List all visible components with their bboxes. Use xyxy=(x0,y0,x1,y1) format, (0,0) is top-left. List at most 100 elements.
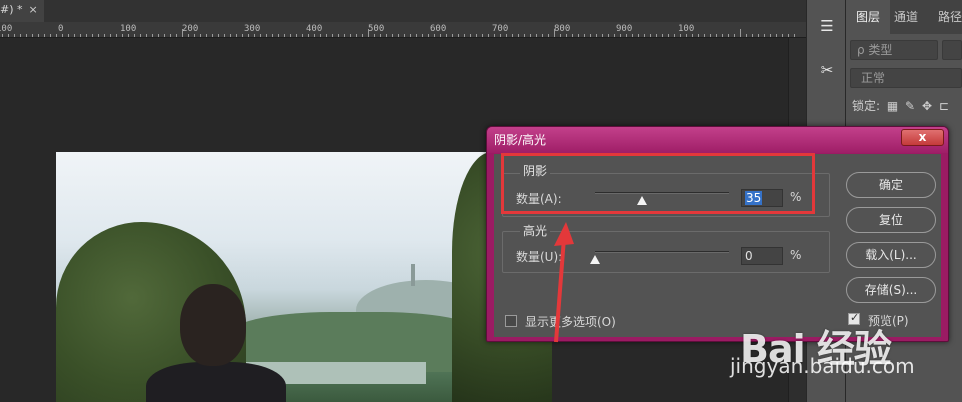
ruler-tick xyxy=(308,34,309,37)
ruler-tick xyxy=(500,34,501,37)
ruler-tick xyxy=(146,34,147,37)
properties-icon[interactable]: ☰ xyxy=(815,14,839,38)
ruler-label: 100 xyxy=(678,24,695,34)
ruler-tick xyxy=(770,34,771,37)
ruler-tick xyxy=(386,34,387,37)
ruler-tick xyxy=(26,34,27,37)
ok-button[interactable]: 确定 xyxy=(846,172,936,198)
ruler-tick xyxy=(758,34,759,37)
ruler-tick xyxy=(440,34,441,37)
load-button[interactable]: 载入(L)... xyxy=(846,242,936,268)
ruler-tick xyxy=(110,34,111,37)
ruler-tick xyxy=(356,34,357,37)
annotation-highlight-box xyxy=(501,153,815,214)
ruler-tick xyxy=(296,34,297,37)
ruler-tick xyxy=(260,34,261,37)
ruler-tick xyxy=(128,34,129,37)
ruler-tick xyxy=(518,34,519,37)
lock-paint-icon[interactable]: ✎ xyxy=(905,99,915,113)
blend-mode-select[interactable]: 正常 xyxy=(850,68,962,88)
dialog-titlebar[interactable]: 阴影/高光 x xyxy=(487,127,948,153)
photoshop-window: #) *× 1000100200300400500600700800900100… xyxy=(0,0,962,402)
ruler-tick xyxy=(536,34,537,37)
document-tab-bar: #) * × xyxy=(0,0,806,22)
ruler-tick xyxy=(74,34,75,37)
ruler-tick xyxy=(722,34,723,37)
ruler-tick xyxy=(50,34,51,37)
ruler-tick xyxy=(188,34,189,37)
ruler-tick xyxy=(728,34,729,37)
ruler-label: 200 xyxy=(182,24,199,34)
ruler-tick xyxy=(398,34,399,37)
ruler-tick xyxy=(764,34,765,37)
ruler-tick xyxy=(68,34,69,37)
ruler-tick xyxy=(674,34,675,37)
watermark-url: jingyan.baidu.com xyxy=(730,354,915,378)
ruler-tick xyxy=(494,34,495,37)
ruler-tick xyxy=(392,34,393,37)
ruler-label: 600 xyxy=(430,24,447,34)
show-more-options-checkbox[interactable] xyxy=(505,315,517,327)
ruler-tick xyxy=(656,34,657,37)
ruler-tick xyxy=(212,34,213,37)
ruler-tick xyxy=(278,34,279,37)
ruler-tick xyxy=(152,34,153,37)
ruler-tick xyxy=(632,34,633,37)
ruler-tick xyxy=(506,34,507,37)
close-icon[interactable]: x xyxy=(901,129,944,146)
ruler-tick xyxy=(284,34,285,37)
lock-pixels-icon[interactable]: ▦ xyxy=(887,99,898,113)
ruler-tick xyxy=(290,34,291,37)
highlights-unit: % xyxy=(790,248,802,262)
document-image[interactable] xyxy=(56,152,552,402)
layer-filter-select[interactable]: ρ 类型 xyxy=(850,40,938,60)
ruler-tick xyxy=(242,34,243,37)
ruler-tick xyxy=(170,34,171,37)
reset-button[interactable]: 复位 xyxy=(846,207,936,233)
lock-move-icon[interactable]: ✥ xyxy=(922,99,932,113)
ruler-tick xyxy=(56,34,57,37)
tab-paths[interactable]: 路径 xyxy=(938,0,962,34)
ruler-tick xyxy=(230,34,231,37)
ruler-tick xyxy=(584,34,585,37)
highlights-amount-slider[interactable] xyxy=(595,251,729,253)
ruler-tick xyxy=(548,34,549,37)
ruler-tick xyxy=(344,34,345,37)
ruler-tick xyxy=(680,34,681,37)
ruler-tick xyxy=(620,34,621,37)
ruler-tick xyxy=(734,34,735,37)
ruler-tick xyxy=(368,29,369,37)
ruler-tick xyxy=(524,34,525,37)
ruler-tick xyxy=(38,34,39,37)
tools-icon[interactable]: ✂ xyxy=(815,58,839,82)
ruler-tick xyxy=(200,34,201,37)
ruler-tick xyxy=(416,34,417,37)
ruler-tick xyxy=(374,34,375,37)
ruler-tick xyxy=(62,34,63,37)
document-tab[interactable]: #) * × xyxy=(0,0,44,22)
tab-layers[interactable]: 图层 xyxy=(846,0,890,34)
ruler-tick xyxy=(488,34,489,37)
ruler-tick xyxy=(716,34,717,37)
ruler-tick xyxy=(578,34,579,37)
ruler-tick xyxy=(530,34,531,37)
ruler-tick xyxy=(458,34,459,37)
image-filter-icon[interactable] xyxy=(942,40,962,60)
ruler-tick xyxy=(158,34,159,37)
ruler-tick xyxy=(206,34,207,37)
ruler-tick xyxy=(638,34,639,37)
lock-artboard-icon[interactable]: ⊏ xyxy=(939,99,949,113)
ruler-tick xyxy=(20,34,21,37)
ruler-tick xyxy=(116,34,117,37)
ruler-tick xyxy=(164,34,165,37)
ruler-tick xyxy=(44,34,45,37)
highlights-amount-input[interactable]: 0 xyxy=(741,247,783,265)
close-icon[interactable]: × xyxy=(29,3,38,16)
tab-channels[interactable]: 通道 xyxy=(894,0,934,34)
highlights-amount-slider-thumb[interactable] xyxy=(590,255,600,264)
ruler-tick xyxy=(512,34,513,37)
ruler-tick xyxy=(302,34,303,37)
ruler-tick xyxy=(14,34,15,37)
highlights-amount-value: 0 xyxy=(745,249,753,263)
annotation-arrow xyxy=(554,222,574,343)
